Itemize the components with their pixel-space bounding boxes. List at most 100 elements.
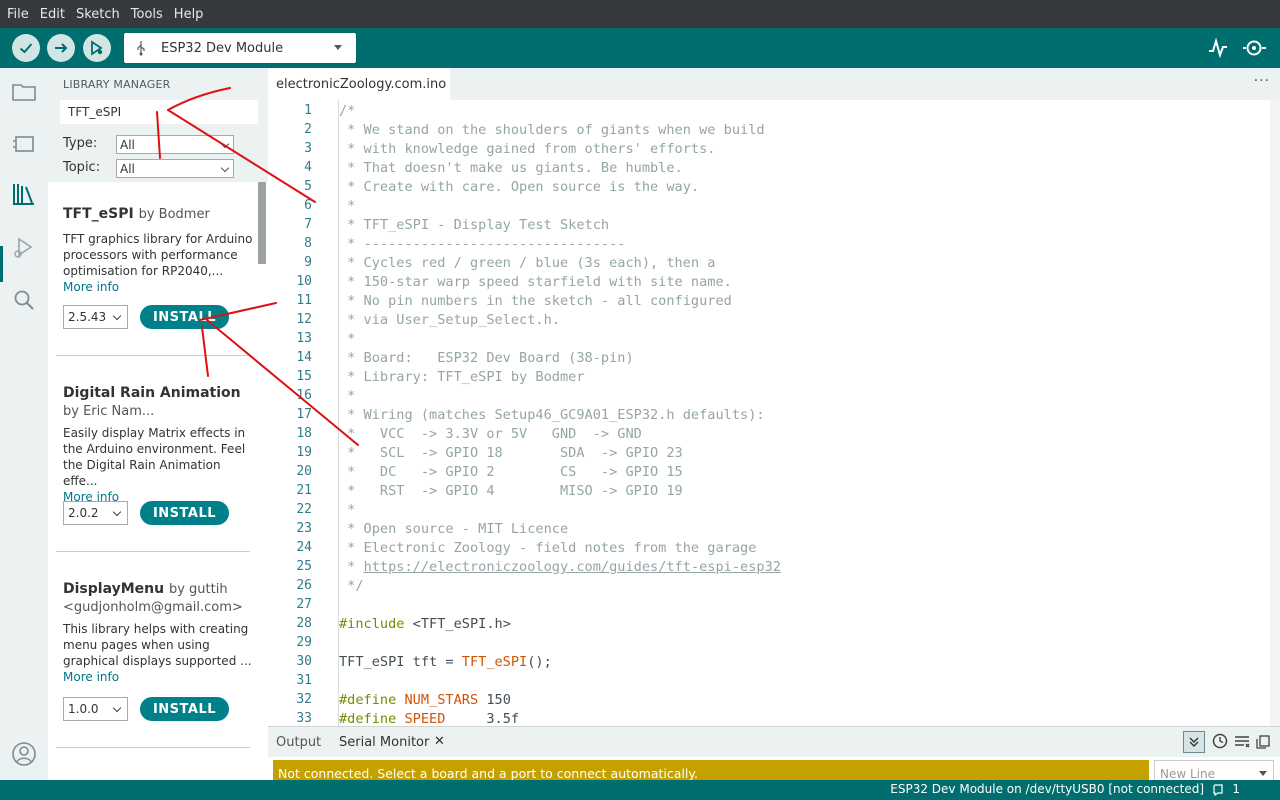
code-token: * No pin numbers in the sketch - all con… [339, 293, 732, 309]
code-token: * Cycles red / green / blue (3s each), t… [339, 255, 716, 271]
code-line: * Electronic Zoology - field notes from … [339, 540, 756, 556]
more-info-link[interactable]: More info [63, 279, 253, 295]
account-button[interactable] [10, 740, 38, 768]
divider [56, 355, 250, 356]
code-token: 150 [478, 692, 511, 708]
autoscroll-toggle[interactable] [1183, 731, 1205, 753]
tab-serial-monitor[interactable]: Serial Monitor [339, 735, 429, 750]
close-icon[interactable]: ✕ [434, 734, 445, 749]
code-line: * with knowledge gained from others' eff… [339, 141, 715, 157]
line-number: 12 [296, 312, 312, 327]
line-number: 13 [296, 331, 312, 346]
notification-icon[interactable] [1212, 784, 1224, 796]
code-token: TFT_eSPI [461, 654, 528, 670]
panel-title: LIBRARY MANAGER [63, 78, 171, 91]
library-list: TFT_eSPI by Bodmer TFT graphics library … [48, 182, 268, 780]
library-manager-button[interactable] [10, 180, 38, 208]
tab-output[interactable]: Output [276, 735, 321, 750]
code-token: * [339, 559, 364, 575]
bottom-panel: Output Serial Monitor ✕ Not connected. S… [268, 726, 1280, 781]
type-filter-select[interactable]: All [116, 135, 234, 154]
line-number: 32 [296, 692, 312, 707]
library-item: TFT_eSPI by Bodmer TFT graphics library … [63, 206, 253, 295]
code-token: * Open source - MIT Licence [339, 521, 569, 537]
code-line: * DC -> GPIO 2 CS -> GPIO 15 [339, 464, 683, 480]
boards-manager-button[interactable] [10, 130, 38, 158]
install-button[interactable]: INSTALL [140, 305, 229, 329]
debug-run-icon [14, 237, 33, 258]
check-icon [19, 43, 33, 54]
code-token: * Wiring (matches Setup46_GC9A01_ESP32.h… [339, 407, 765, 423]
menu-tools[interactable]: Tools [130, 7, 169, 22]
line-number: 2 [304, 122, 312, 137]
library-search-input[interactable] [60, 100, 258, 124]
copy-icon[interactable] [1256, 735, 1270, 749]
code-line: * No pin numbers in the sketch - all con… [339, 293, 732, 309]
line-number: 19 [296, 445, 312, 460]
line-number: 20 [296, 464, 312, 479]
editor-scrollbar[interactable] [1270, 100, 1280, 726]
library-author: by Bodmer [138, 207, 210, 222]
code-token: * Create with care. Open source is the w… [339, 179, 700, 195]
divider [56, 747, 250, 748]
code-token: <TFT_eSPI.h> [404, 616, 511, 632]
code-area[interactable]: /* * We stand on the shoulders of giants… [338, 100, 1268, 726]
code-token: TFT_eSPI tft = [339, 654, 462, 670]
code-line: * [339, 331, 355, 347]
board-port-status[interactable]: ESP32 Dev Module on /dev/ttyUSB0 [not co… [890, 782, 1204, 796]
code-token: * VCC -> 3.3V or 5V GND -> GND [339, 426, 642, 442]
code-line: * VCC -> 3.3V or 5V GND -> GND [339, 426, 642, 442]
verify-button[interactable] [12, 34, 40, 62]
code-line: * https://electroniczoology.com/guides/t… [339, 559, 781, 575]
sketchbook-button[interactable] [10, 78, 38, 106]
type-label: Type: [63, 136, 98, 151]
clear-output-icon[interactable] [1234, 735, 1250, 749]
install-button[interactable]: INSTALL [140, 501, 229, 525]
upload-button[interactable] [47, 34, 75, 62]
search-button[interactable] [10, 286, 38, 314]
menu-file[interactable]: File [6, 7, 35, 22]
line-number: 3 [304, 141, 312, 156]
more-info-link[interactable]: More info [63, 669, 253, 685]
double-chevron-down-icon [1189, 737, 1199, 747]
serial-monitor-message: Not connected. Select a board and a port… [273, 760, 1149, 781]
code-token: * Board: ESP32 Dev Board (38-pin) [339, 350, 634, 366]
library-list-scrollbar[interactable] [258, 182, 266, 264]
serial-plotter-button[interactable] [1206, 36, 1230, 64]
chevron-down-icon [112, 507, 122, 517]
line-ending-select[interactable]: New Line [1154, 760, 1274, 781]
code-line: * Board: ESP32 Dev Board (38-pin) [339, 350, 634, 366]
serial-monitor-button[interactable] [1242, 36, 1268, 64]
debug-view-button[interactable] [10, 234, 38, 262]
library-description: TFT graphics library for Arduino process… [63, 232, 253, 278]
install-button[interactable]: INSTALL [140, 697, 229, 721]
menu-sketch[interactable]: Sketch [75, 7, 126, 22]
line-number: 8 [304, 236, 312, 251]
clock-icon[interactable] [1212, 733, 1228, 749]
code-token: SPEED [404, 711, 446, 726]
debug-button[interactable] [83, 34, 111, 62]
board-selector[interactable]: ESP32 Dev Module [124, 33, 356, 63]
version-select[interactable]: 1.0.0 [63, 697, 128, 721]
code-line: * SCL -> GPIO 18 SDA -> GPIO 23 [339, 445, 683, 461]
version-select[interactable]: 2.0.2 [63, 501, 128, 525]
code-token: */ [339, 578, 364, 594]
more-actions-button[interactable]: ··· [1254, 73, 1270, 89]
line-number: 24 [296, 540, 312, 555]
status-bar: ESP32 Dev Module on /dev/ttyUSB0 [not co… [0, 780, 1280, 800]
tab-sketch-file[interactable]: electronicZoology.com.ino [268, 68, 450, 100]
version-select[interactable]: 2.5.43 [63, 305, 128, 329]
version-value: 2.5.43 [68, 310, 107, 324]
line-number: 5 [304, 179, 312, 194]
arduino-ide-window: File Edit Sketch Tools Help ESP32 Dev Mo… [0, 0, 1280, 800]
code-line: * We stand on the shoulders of giants wh… [339, 122, 764, 138]
library-description: This library helps with creating menu pa… [63, 622, 252, 668]
code-token: * TFT_eSPI - Display Test Sketch [339, 217, 610, 233]
board-name: ESP32 Dev Module [161, 40, 284, 56]
menu-help[interactable]: Help [173, 7, 210, 22]
topic-filter-select[interactable]: All [116, 159, 234, 178]
menu-edit[interactable]: Edit [39, 7, 71, 22]
code-editor[interactable]: 1 2 3 4 5 6 7 8 9 10 11 12 13 14 15 16 17 18 19 20 21 22 23 24 2… [268, 100, 1280, 726]
line-number: 16 [296, 388, 312, 403]
code-line: * [339, 388, 355, 404]
